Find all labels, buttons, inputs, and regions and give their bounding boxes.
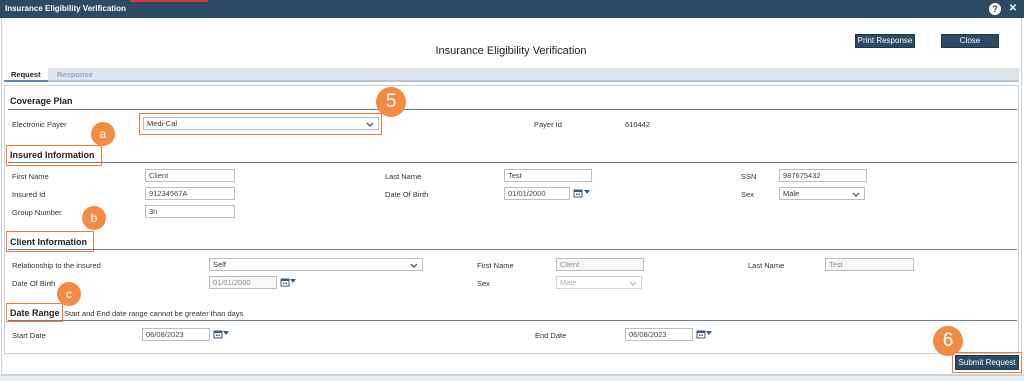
dropdown-caret-icon[interactable] — [290, 279, 296, 284]
insured-dob-input[interactable]: 01/01/2000 — [504, 187, 570, 200]
insured-id-input[interactable]: 91234567A — [145, 187, 235, 200]
start-date-input[interactable]: 06/08/2023 — [142, 328, 210, 341]
client-sex-label: Sex — [477, 279, 490, 288]
dropdown-caret-icon[interactable] — [223, 331, 229, 336]
group-number-input[interactable]: 3n — [145, 205, 235, 218]
date-range-note: Start and End date range cannot be great… — [64, 309, 244, 318]
tab-request[interactable]: Request — [4, 68, 48, 82]
help-icon[interactable]: ? — [989, 3, 1001, 15]
ssn-label: SSN — [741, 172, 757, 181]
insured-first-name-input[interactable]: Client — [145, 169, 235, 182]
client-last-name-label: Last Name — [748, 261, 785, 270]
tab-response[interactable]: Response — [50, 68, 100, 82]
dropdown-caret-icon[interactable] — [584, 190, 590, 195]
print-response-button[interactable]: Print Response — [855, 34, 915, 48]
insured-sex-label: Sex — [741, 190, 754, 199]
ssn-input[interactable]: 987675432 — [779, 169, 867, 182]
insured-information-heading: Insured Information — [10, 150, 95, 160]
electronic-payer-select[interactable]: Medi-Cal — [143, 117, 379, 130]
electronic-payer-label: Electronic Payer — [12, 120, 67, 129]
coverage-plan-heading: Coverage Plan — [10, 96, 73, 106]
relationship-label: Relationship to the insured — [12, 261, 101, 270]
section-divider — [8, 109, 1017, 110]
relationship-value: Self — [213, 260, 226, 269]
top-accent-line — [130, 0, 208, 2]
chevron-down-icon — [366, 122, 374, 127]
section-divider — [8, 162, 1017, 163]
calendar-icon[interactable] — [696, 329, 706, 339]
section-divider — [8, 320, 1017, 321]
insured-first-name-label: First Name — [12, 172, 49, 181]
calendar-icon[interactable] — [213, 329, 223, 339]
client-first-name-label: First Name — [477, 261, 514, 270]
payer-id-value: 610442 — [625, 120, 651, 129]
window-titlebar: Insurance Eligibility Verification ? ✕ — [0, 0, 1024, 18]
insured-last-name-label: Last Name — [385, 172, 422, 181]
annotation-badge-6: 6 — [933, 326, 963, 356]
client-sex-select[interactable]: Male — [556, 276, 642, 289]
client-sex-value: Male — [560, 278, 577, 287]
relationship-select[interactable]: Self — [209, 258, 423, 271]
date-range-heading: Date Range — [10, 308, 60, 318]
close-icon[interactable]: ✕ — [1007, 3, 1019, 15]
end-date-input[interactable]: 06/08/2023 — [625, 328, 693, 341]
insured-sex-value: Male — [783, 189, 800, 198]
close-button[interactable]: Close — [941, 34, 999, 48]
payer-id-label: Payer Id — [534, 120, 562, 129]
client-information-heading: Client Information — [10, 237, 87, 247]
insured-last-name-input[interactable]: Test — [504, 169, 592, 182]
annotation-badge-5: 5 — [376, 87, 406, 117]
window-title: Insurance Eligibility Verification — [5, 4, 126, 13]
insured-dob-label: Date Of Birth — [385, 190, 429, 199]
insured-id-label: Insured Id — [12, 190, 46, 199]
bottom-bar — [0, 375, 1024, 381]
chevron-down-icon — [852, 192, 860, 197]
annotation-badge-a: a — [91, 122, 115, 146]
annotation-badge-c: c — [57, 282, 81, 306]
insured-sex-select[interactable]: Male — [779, 187, 865, 200]
submit-request-button[interactable]: Submit Request — [955, 355, 1019, 370]
client-last-name-input[interactable]: Test — [825, 258, 914, 271]
calendar-icon[interactable] — [280, 277, 290, 287]
client-first-name-input[interactable]: Client — [556, 258, 644, 271]
dropdown-caret-icon[interactable] — [706, 331, 712, 336]
annotation-badge-b: b — [82, 206, 106, 230]
section-divider — [8, 249, 1017, 250]
group-number-label: Group Number — [12, 208, 62, 217]
chevron-down-icon — [629, 281, 637, 286]
chevron-down-icon — [410, 263, 418, 268]
client-dob-label: Date Of Birth — [12, 279, 56, 288]
client-dob-input[interactable]: 01/01/2000 — [209, 276, 277, 289]
electronic-payer-value: Medi-Cal — [147, 119, 178, 128]
start-date-label: Start Date — [12, 331, 46, 340]
end-date-label: End Date — [535, 331, 567, 340]
tab-bar: Request Response — [4, 68, 1019, 82]
calendar-icon[interactable] — [573, 188, 583, 198]
